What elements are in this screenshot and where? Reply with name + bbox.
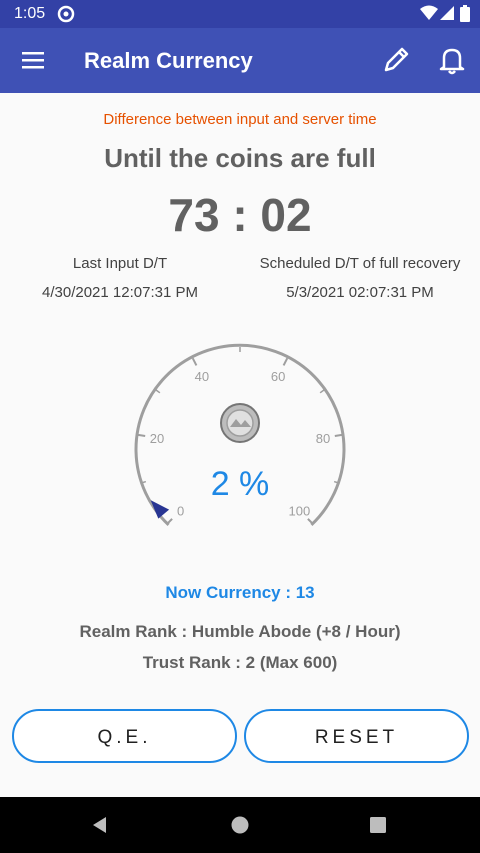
edit-pencil-icon[interactable] [380,44,412,76]
last-input-value: 4/30/2021 12:07:31 PM [42,284,198,301]
home-icon[interactable] [230,815,250,835]
gauge-tick [334,433,343,437]
gauge-tick-label: 80 [316,431,330,446]
wifi-icon [420,5,438,20]
gauge-tick-label: 40 [195,369,209,384]
last-input-label: Last Input D/T [72,255,168,272]
coin-icon [220,403,260,443]
status-bar: 1:05 [0,0,480,28]
gauge-tick-label: 60 [271,369,285,384]
gauge-tick [282,357,289,366]
gauge-tick-label: 100 [289,503,311,518]
signal-icon [440,6,454,20]
gauge-percent: 2 % [210,465,270,503]
navigation-bar [0,797,480,853]
vpn-key-icon [57,5,75,23]
gauge-tick-label: 20 [150,431,164,446]
qe-button[interactable]: Q.E. [12,709,237,763]
app-bar: Realm Currency [0,28,480,93]
countdown-timer: 73 : 02 [168,189,312,241]
scheduled-value: 5/3/2021 02:07:31 PM [286,284,434,301]
reset-button[interactable]: RESET [244,709,469,763]
trust-rank: Trust Rank : 2 (Max 600) [142,653,338,672]
battery-icon [460,5,470,22]
now-currency: Now Currency : 13 [165,583,315,602]
menu-icon[interactable] [18,44,50,76]
status-time: 1:05 [14,5,46,22]
recents-icon[interactable] [368,815,388,835]
scheduled-label: Scheduled D/T of full recovery [259,255,461,272]
notification-bell-icon[interactable] [436,44,468,76]
main-content: Difference between input and server time… [0,93,480,797]
gauge-tick [155,389,161,394]
page-title: Realm Currency [84,48,253,73]
back-icon[interactable] [90,815,110,835]
gauge-tick [191,357,198,366]
difference-note: Difference between input and server time [103,111,377,128]
gauge-tick [319,389,325,394]
heading: Until the coins are full [104,143,376,173]
gauge-tick [137,433,146,437]
realm-rank: Realm Rank : Humble Abode (+8 / Hour) [79,622,401,641]
gauge-tick-label: 0 [177,503,184,518]
currency-gauge: 0 20 40 60 80 100 [134,343,346,526]
